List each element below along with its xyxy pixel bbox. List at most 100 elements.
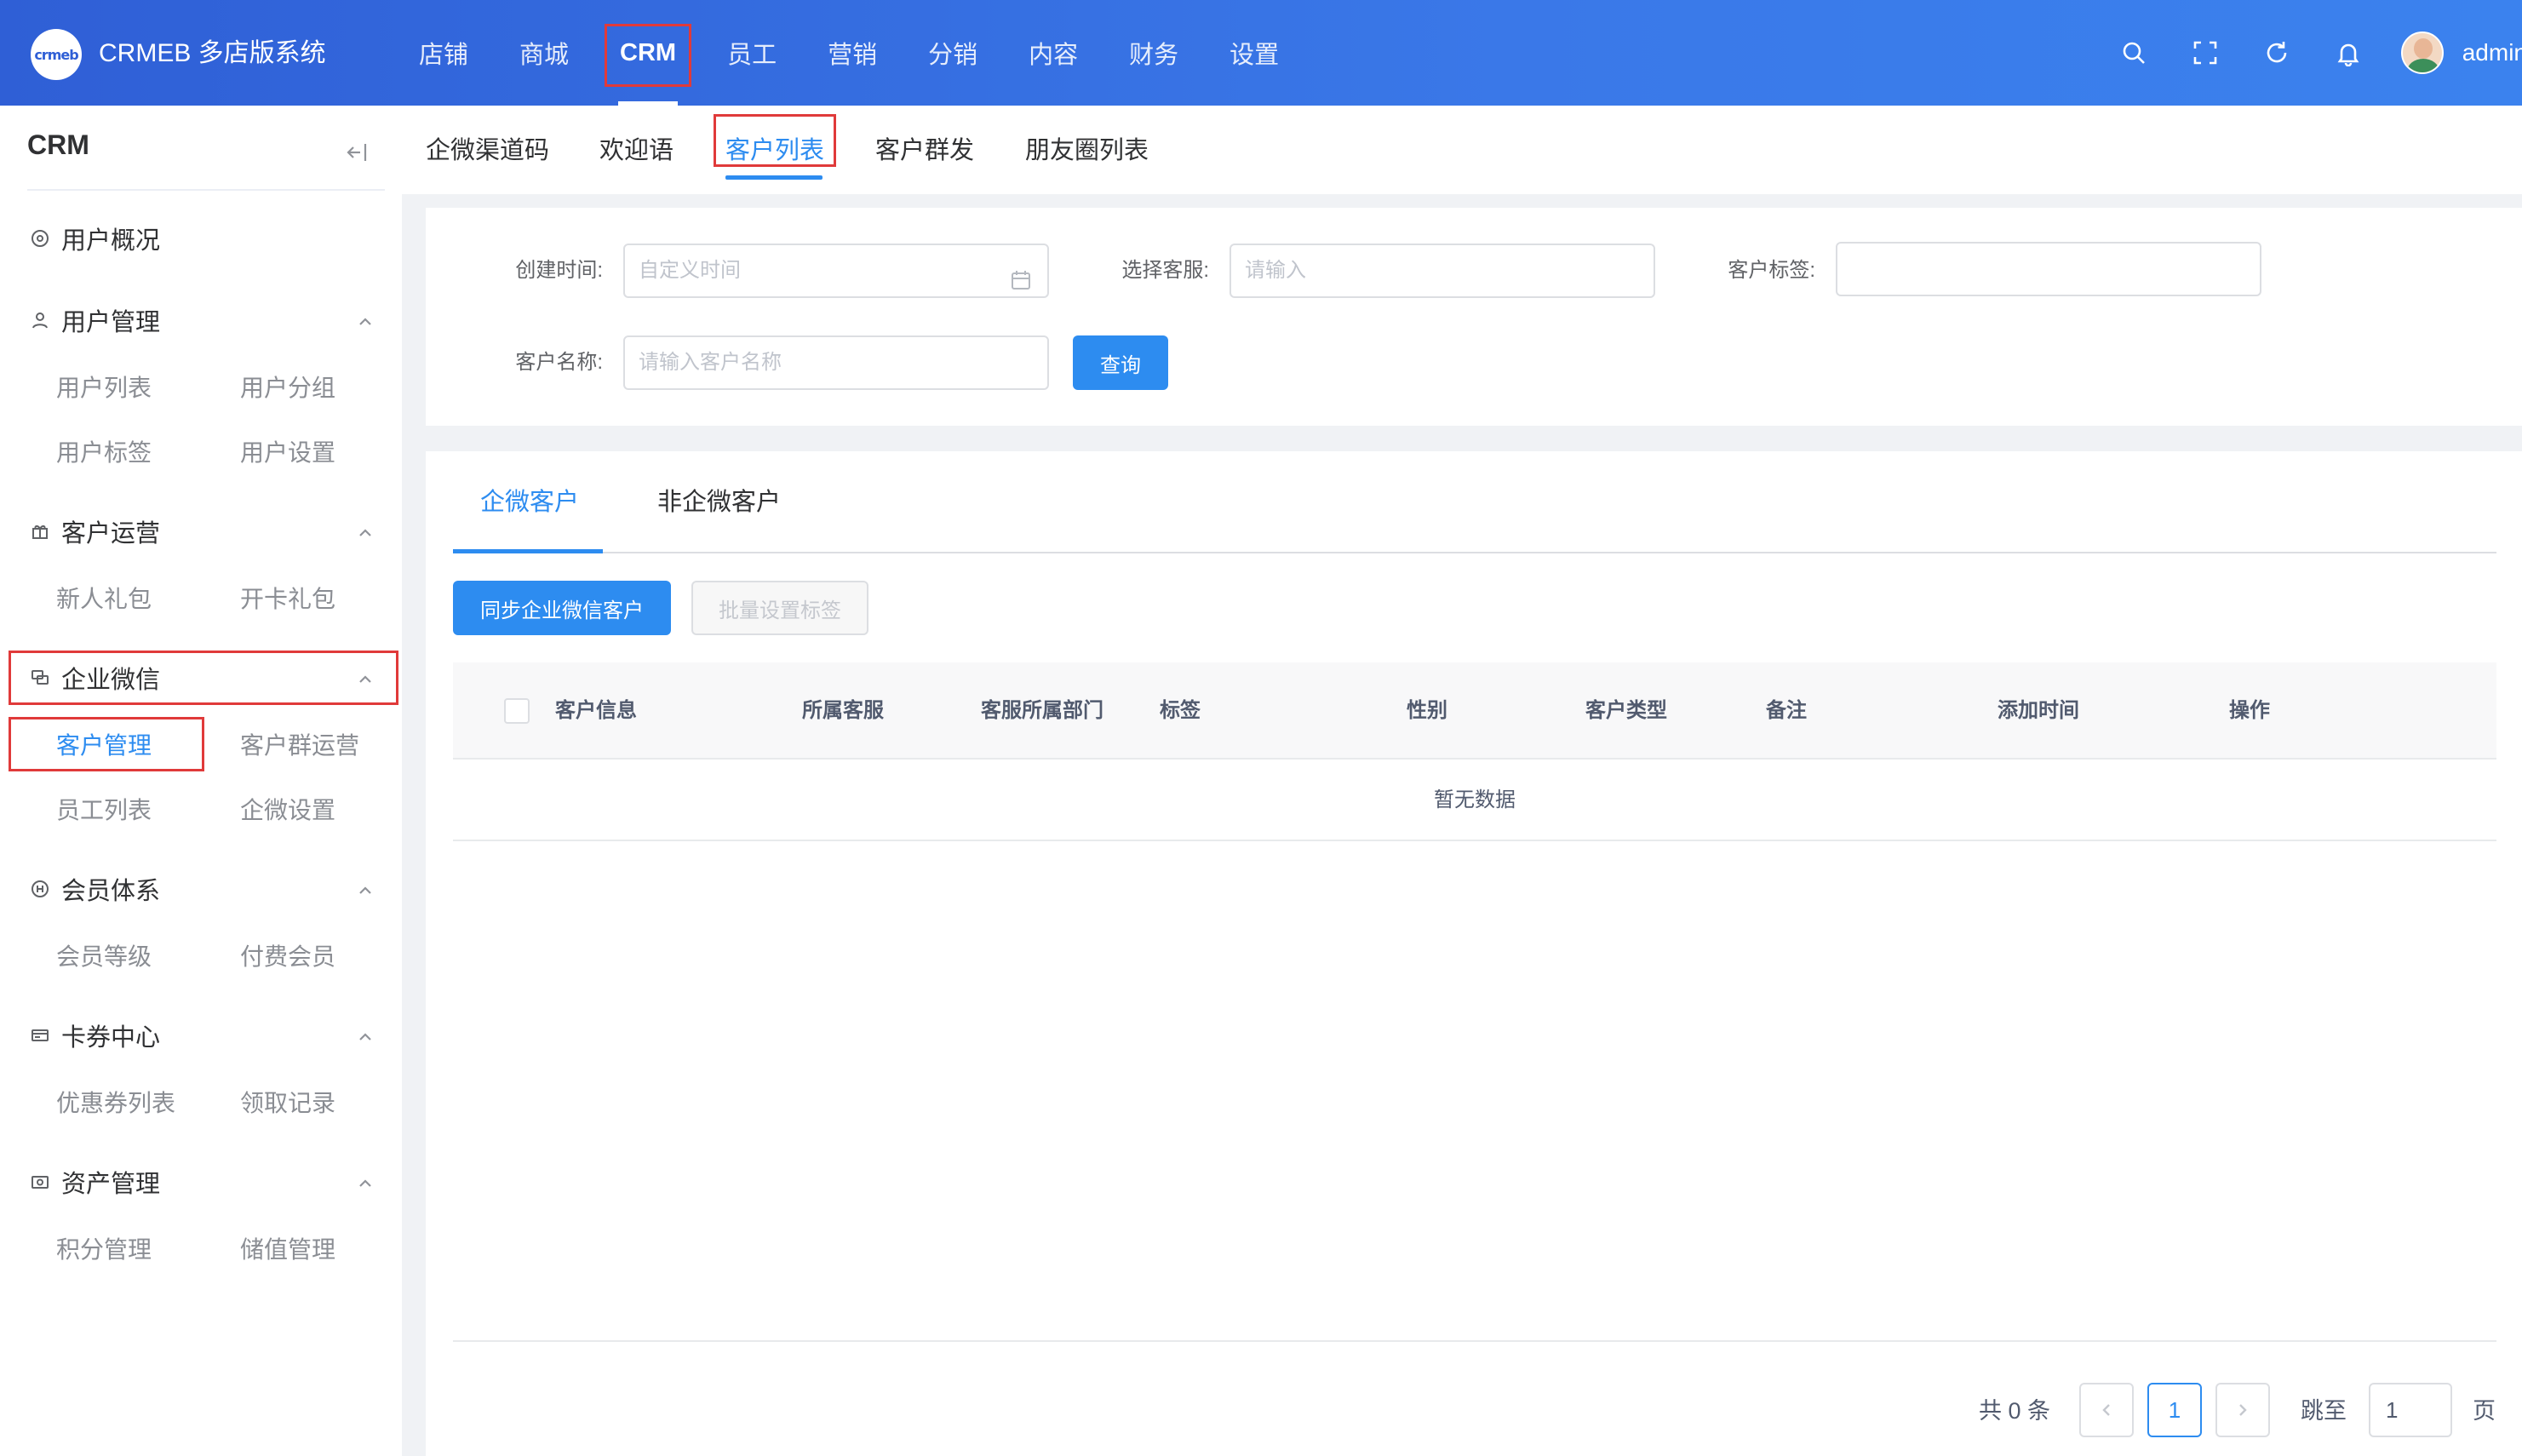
search-button[interactable]: 查询	[1073, 335, 1168, 390]
wallet-icon	[29, 1171, 51, 1193]
prev-page-button[interactable]	[2079, 1383, 2134, 1437]
nav-crm[interactable]: CRM	[594, 0, 702, 106]
service-label: 选择客服:	[1121, 259, 1209, 282]
nav-staff[interactable]: 员工	[702, 0, 802, 106]
column-actions: 操作	[2229, 699, 2270, 722]
collapse-sidebar-icon[interactable]	[344, 140, 370, 165]
page-suffix-label: 页	[2473, 1398, 2496, 1424]
sidebar-item-customer-group-ops[interactable]: 客户群运营	[240, 729, 359, 763]
top-nav: 店铺 商城 CRM 员工 营销 分销 内容 财务 设置	[393, 0, 1304, 106]
tab-non-wecom-customers[interactable]: 非企微客户	[657, 460, 781, 545]
tab-moments-list[interactable]: 朋友圈列表	[1025, 129, 1149, 172]
select-all-checkbox[interactable]	[504, 698, 530, 724]
nav-mall[interactable]: 商城	[494, 0, 594, 106]
create-time-placeholder: 自定义时间	[639, 259, 741, 282]
chevron-up-icon	[356, 310, 376, 330]
fullscreen-icon[interactable]	[2169, 0, 2241, 106]
sidebar-item-paid-member[interactable]: 付费会员	[240, 940, 335, 974]
sidebar-group-label: 用户概况	[61, 227, 161, 255]
nav-settings[interactable]: 设置	[1204, 0, 1304, 106]
column-service: 所属客服	[802, 699, 884, 722]
active-tab-indicator	[453, 549, 603, 553]
chevron-up-icon	[356, 1172, 376, 1192]
sidebar-item-overview[interactable]: 用户概况	[29, 221, 378, 255]
nav-marketing[interactable]: 营销	[802, 0, 903, 106]
jump-page-input[interactable]: 1	[2369, 1383, 2452, 1437]
chevron-up-icon	[356, 879, 376, 899]
customer-name-label: 客户名称:	[515, 351, 603, 374]
sidebar-item-card-gift[interactable]: 开卡礼包	[240, 582, 335, 616]
create-time-picker[interactable]: 自定义时间	[623, 244, 1049, 298]
column-customer-type: 客户类型	[1585, 699, 1667, 722]
sidebar-group-customer-ops[interactable]: 客户运营	[29, 514, 378, 548]
nav-store[interactable]: 店铺	[393, 0, 494, 106]
sidebar-item-user-settings[interactable]: 用户设置	[240, 436, 335, 470]
sidebar-item-member-level[interactable]: 会员等级	[56, 940, 152, 974]
page-1-button[interactable]: 1	[2147, 1383, 2202, 1437]
user-icon	[29, 309, 51, 331]
sidebar-item-customer-management[interactable]: 客户管理	[56, 729, 152, 763]
username[interactable]: admin	[2462, 39, 2522, 66]
sub-tabs: 企微渠道码 欢迎语 客户列表 客户群发 朋友圈列表	[402, 106, 2522, 194]
sidebar-group-wecom[interactable]: 企业微信	[29, 661, 378, 695]
chevron-up-icon	[356, 1025, 376, 1046]
next-page-button[interactable]	[2215, 1383, 2270, 1437]
search-icon[interactable]	[2098, 0, 2169, 106]
chevron-up-icon	[356, 521, 376, 542]
nav-distribution[interactable]: 分销	[903, 0, 1003, 106]
sidebar-group-membership[interactable]: 会员体系	[29, 872, 378, 906]
sidebar-group-user-management[interactable]: 用户管理	[29, 303, 378, 337]
highlight-box	[605, 24, 692, 87]
sidebar-group-label: 企业微信	[61, 667, 161, 694]
sync-wecom-customers-button[interactable]: 同步企业微信客户	[453, 581, 671, 635]
sidebar-item-wecom-settings[interactable]: 企微设置	[240, 794, 335, 828]
customer-name-input[interactable]: 请输入客户名称	[623, 335, 1049, 390]
sidebar: CRM 用户概况 用户管理 用户列表 用户分组 用户标签 用户设置 客户运营 新…	[0, 106, 402, 1456]
batch-set-tags-button[interactable]: 批量设置标签	[691, 581, 868, 635]
tab-customer-list[interactable]: 客户列表	[725, 129, 824, 172]
chevron-left-icon	[2102, 1404, 2110, 1416]
service-input[interactable]: 请输入	[1229, 244, 1655, 298]
nav-content[interactable]: 内容	[1003, 0, 1103, 106]
sidebar-divider	[27, 189, 385, 191]
dashboard-icon	[29, 227, 51, 249]
empty-state: 暂无数据	[453, 760, 2496, 841]
tab-welcome-message[interactable]: 欢迎语	[599, 129, 673, 172]
sidebar-group-label: 会员体系	[61, 878, 161, 905]
sidebar-item-claim-records[interactable]: 领取记录	[240, 1086, 335, 1121]
tab-wecom-customers[interactable]: 企微客户	[480, 460, 579, 545]
gift-icon	[29, 520, 51, 542]
chevron-right-icon	[2239, 1404, 2247, 1416]
refresh-icon[interactable]	[2241, 0, 2313, 106]
sidebar-item-coupon-list[interactable]: 优惠券列表	[56, 1086, 175, 1121]
sidebar-item-user-group[interactable]: 用户分组	[240, 371, 335, 405]
sidebar-item-user-list[interactable]: 用户列表	[56, 371, 152, 405]
header-tools: admin	[2098, 0, 2522, 106]
sidebar-item-staff-list[interactable]: 员工列表	[56, 794, 152, 828]
sidebar-group-label: 卡券中心	[61, 1024, 161, 1052]
sidebar-item-user-tag[interactable]: 用户标签	[56, 436, 152, 470]
sidebar-group-label: 客户运营	[61, 520, 161, 547]
column-tags: 标签	[1160, 699, 1201, 722]
crmeb-logo[interactable]: crmeb	[31, 29, 82, 80]
sidebar-item-newcomer-gift[interactable]: 新人礼包	[56, 582, 152, 616]
customer-tag-select[interactable]	[1836, 242, 2261, 296]
nav-finance[interactable]: 财务	[1103, 0, 1204, 106]
tab-customer-broadcast[interactable]: 客户群发	[875, 129, 974, 172]
sidebar-title: CRM	[27, 129, 89, 160]
column-added-time: 添加时间	[1998, 699, 2079, 722]
tab-channel-code[interactable]: 企微渠道码	[426, 129, 549, 172]
sidebar-item-stored-value[interactable]: 储值管理	[240, 1233, 335, 1267]
sidebar-item-points[interactable]: 积分管理	[56, 1233, 152, 1267]
column-remark: 备注	[1766, 699, 1807, 722]
active-tab-indicator	[725, 175, 823, 180]
bell-icon[interactable]	[2313, 0, 2384, 106]
tabs-divider	[453, 552, 2496, 553]
sidebar-group-coupon-center[interactable]: 卡券中心	[29, 1018, 378, 1052]
filter-panel: 创建时间: 自定义时间 选择客服: 请输入 客户标签: 客户名称: 请输入客户名…	[426, 208, 2522, 426]
table-header: 客户信息 所属客服 客服所属部门 标签 性别 客户类型 备注 添加时间 操作	[453, 662, 2496, 760]
sidebar-group-asset-management[interactable]: 资产管理	[29, 1165, 378, 1199]
avatar[interactable]	[2400, 32, 2444, 74]
brand-title: CRMEB 多店版系统	[99, 39, 326, 67]
customer-list-panel: 企微客户 非企微客户 同步企业微信客户 批量设置标签 客户信息 所属客服 客服所…	[426, 451, 2522, 1456]
